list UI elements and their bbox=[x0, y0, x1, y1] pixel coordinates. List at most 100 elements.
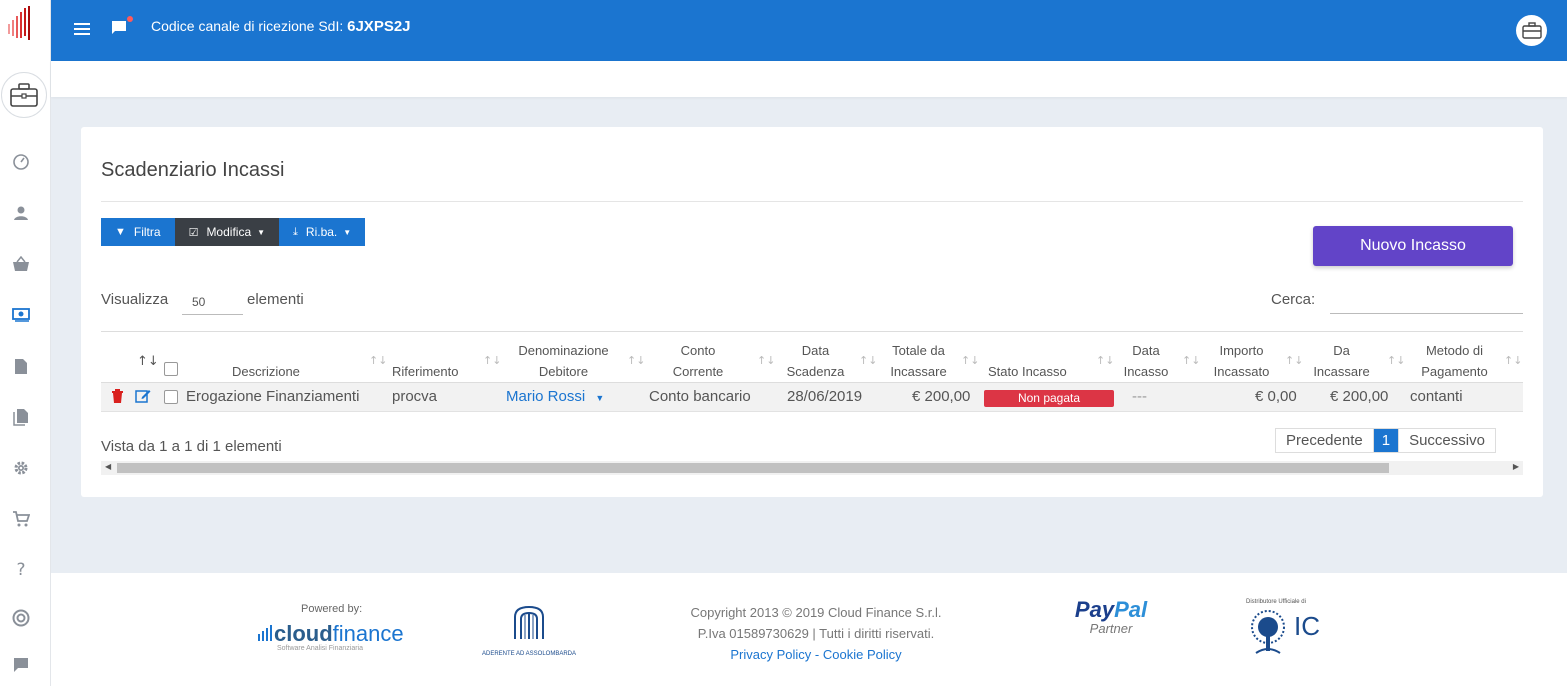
header-stato[interactable]: Stato Incasso bbox=[988, 361, 1067, 382]
business-selector-button[interactable] bbox=[1, 72, 47, 118]
scrollbar-thumb[interactable] bbox=[117, 463, 1389, 473]
debtor-dropdown[interactable]: Mario Rossi ▼ bbox=[506, 388, 604, 405]
row-checkbox[interactable] bbox=[164, 390, 178, 404]
paypal-partner-logo[interactable]: PayPal Partner bbox=[1056, 597, 1166, 636]
caret-down-icon: ▼ bbox=[257, 227, 266, 237]
sort-icon[interactable]: ↑↓ bbox=[1285, 354, 1303, 367]
cloud-finance-logo[interactable]: cloudfinance bbox=[258, 621, 404, 647]
header-line: Incassare bbox=[890, 364, 947, 379]
header-line: Denominazione bbox=[518, 343, 609, 358]
header-line: Incasso bbox=[1123, 364, 1169, 379]
user-menu-button[interactable] bbox=[1516, 15, 1547, 46]
horizontal-scrollbar[interactable]: ◀ ▶ bbox=[101, 461, 1523, 475]
next-page-button[interactable]: Successivo bbox=[1398, 429, 1495, 452]
riba-dropdown-button[interactable]: ⤓ Ri.ba. ▼ bbox=[279, 218, 366, 246]
header-conto[interactable]: Conto Corrente bbox=[648, 340, 748, 382]
sort-icon[interactable]: ↑↓ bbox=[1387, 354, 1405, 367]
cell-importo: € 0,00 bbox=[1255, 388, 1297, 405]
sort-icon[interactable]: ↑↓ bbox=[1096, 354, 1114, 367]
header-line: Incassare bbox=[1313, 364, 1370, 379]
header-line: Pagamento bbox=[1421, 364, 1488, 379]
new-receipt-button[interactable]: Nuovo Incasso bbox=[1313, 226, 1513, 266]
download-icon: ⤓ bbox=[293, 225, 298, 238]
search-label: Cerca: bbox=[1271, 291, 1316, 308]
hamburger-menu-button[interactable] bbox=[71, 18, 93, 40]
sort-icon[interactable]: ↑↓ bbox=[369, 354, 387, 367]
toolbar: ▼ Filtra ☑ Modifica ▼ ⤓ Ri.ba. ▼ bbox=[101, 218, 366, 246]
header-descrizione[interactable]: Descrizione bbox=[232, 361, 300, 382]
user-icon[interactable] bbox=[11, 203, 31, 223]
basket-icon[interactable] bbox=[11, 254, 31, 274]
top-bar: Codice canale di ricezione SdI: 6JXPS2J bbox=[51, 0, 1567, 61]
infocamere-logo[interactable]: Distributore Ufficiale di IC bbox=[1246, 599, 1326, 661]
cf-brand-a: cloud bbox=[274, 621, 333, 646]
tree-icon bbox=[1251, 610, 1285, 654]
select-all-checkbox[interactable] bbox=[164, 362, 178, 376]
header-denominazione[interactable]: Denominazione Debitore bbox=[506, 340, 621, 382]
sort-icon[interactable]: ↑↓ bbox=[137, 354, 159, 369]
header-line: Importo bbox=[1219, 343, 1264, 358]
copyright-line-1: Copyright 2013 © 2019 Cloud Finance S.r.… bbox=[690, 605, 942, 620]
documents-icon[interactable] bbox=[11, 407, 31, 427]
header-metodo[interactable]: Metodo di Pagamento bbox=[1407, 340, 1502, 382]
title-divider bbox=[101, 201, 1523, 202]
lifebuoy-icon[interactable] bbox=[11, 608, 31, 628]
filter-button[interactable]: ▼ Filtra bbox=[101, 218, 175, 246]
search-input[interactable] bbox=[1330, 287, 1523, 314]
header-data-scadenza[interactable]: Data Scadenza bbox=[778, 340, 853, 382]
prev-page-button[interactable]: Precedente bbox=[1276, 429, 1373, 452]
gear-icon[interactable] bbox=[11, 458, 31, 478]
sort-icon[interactable]: ↑↓ bbox=[859, 354, 877, 367]
cell-conto: Conto bancario bbox=[649, 388, 751, 405]
cell-descrizione: Erogazione Finanziamenti bbox=[186, 388, 360, 405]
cookie-policy-link[interactable]: Cookie Policy bbox=[823, 647, 902, 662]
edit-dropdown-button[interactable]: ☑ Modifica ▼ bbox=[174, 218, 280, 246]
header-line: Metodo di bbox=[1425, 343, 1484, 358]
cell-data-incasso: --- bbox=[1132, 388, 1147, 405]
header-totale[interactable]: Totale da Incassare bbox=[881, 340, 956, 382]
header-importo[interactable]: Importo Incassato bbox=[1204, 340, 1279, 382]
help-icon[interactable]: ? bbox=[11, 560, 31, 580]
page-1-button[interactable]: 1 bbox=[1372, 429, 1399, 452]
header-da-incassare[interactable]: Da Incassare bbox=[1304, 340, 1379, 382]
copyright: Copyright 2013 © 2019 Cloud Finance S.r.… bbox=[656, 602, 976, 665]
page-size-input[interactable] bbox=[182, 289, 243, 315]
hamburger-icon bbox=[74, 23, 90, 35]
assolombarda-logo[interactable]: ADERENTE AD ASSOLOMBARDA bbox=[479, 603, 579, 657]
table-row: Erogazione Finanziamenti procva Mario Ro… bbox=[101, 383, 1523, 412]
money-icon[interactable] bbox=[11, 305, 31, 325]
caret-down-icon: ▼ bbox=[595, 393, 605, 403]
sort-icon[interactable]: ↑↓ bbox=[1182, 354, 1200, 367]
briefcase-icon bbox=[1521, 22, 1542, 39]
scroll-right-icon[interactable]: ▶ bbox=[1513, 462, 1519, 471]
page-size-label: Visualizza bbox=[101, 291, 169, 308]
cf-subtitle: Software Analisi Finanziaria bbox=[277, 645, 363, 652]
cart-icon[interactable] bbox=[11, 509, 31, 529]
paypal-partner-label: Partner bbox=[1089, 621, 1133, 636]
sort-icon[interactable]: ↑↓ bbox=[483, 354, 501, 367]
sort-icon[interactable]: ↑↓ bbox=[961, 354, 979, 367]
chat-icon[interactable] bbox=[11, 655, 31, 675]
edit-icon[interactable] bbox=[135, 388, 151, 407]
status-badge: Non pagata bbox=[984, 390, 1114, 407]
document-icon[interactable] bbox=[11, 356, 31, 376]
filter-icon: ▼ bbox=[115, 226, 126, 238]
page-title: Scadenziario Incassi bbox=[101, 159, 285, 181]
app-logo[interactable] bbox=[6, 6, 38, 42]
cell-data-scadenza: 28/06/2019 bbox=[787, 388, 863, 405]
privacy-policy-link[interactable]: Privacy Policy bbox=[730, 647, 811, 662]
page-size-suffix: elementi bbox=[247, 291, 304, 308]
header-riferimento[interactable]: Riferimento bbox=[392, 361, 458, 382]
table-info: Vista da 1 a 1 di 1 elementi bbox=[101, 438, 282, 455]
header-data-incasso[interactable]: Data Incasso bbox=[1117, 340, 1175, 382]
sort-icon[interactable]: ↑↓ bbox=[757, 354, 775, 367]
sort-icon[interactable]: ↑↓ bbox=[1504, 354, 1522, 367]
dashboard-icon[interactable] bbox=[11, 152, 31, 172]
delete-icon[interactable] bbox=[111, 389, 124, 407]
sort-icon[interactable]: ↑↓ bbox=[627, 354, 645, 367]
scroll-left-icon[interactable]: ◀ bbox=[105, 462, 111, 471]
cell-metodo: contanti bbox=[1410, 388, 1463, 405]
filter-label: Filtra bbox=[133, 225, 161, 239]
cell-totale: € 200,00 bbox=[912, 388, 971, 405]
messages-button[interactable] bbox=[111, 16, 133, 38]
